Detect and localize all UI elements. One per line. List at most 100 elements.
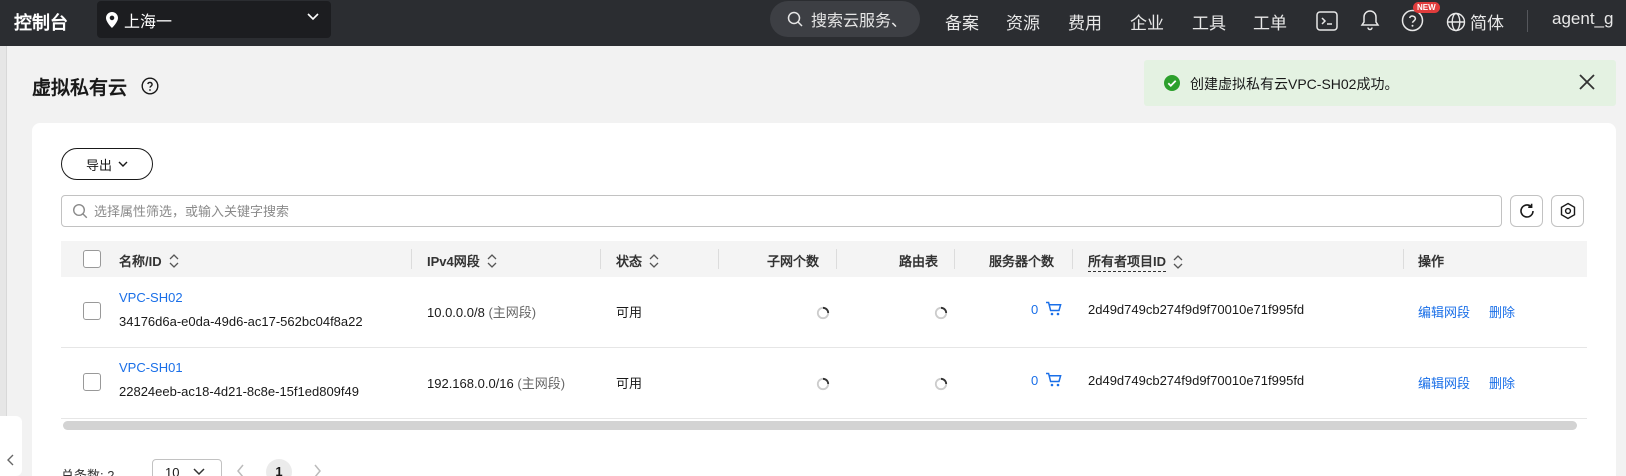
language-switch[interactable]: 简体 bbox=[1446, 9, 1504, 34]
help-icon[interactable] bbox=[141, 77, 159, 95]
nav-billing[interactable]: 费用 bbox=[1068, 9, 1102, 34]
page-size-value: 10 bbox=[165, 464, 180, 476]
loading-spinner-icon bbox=[816, 306, 830, 320]
nav-tickets[interactable]: 工单 bbox=[1253, 9, 1287, 34]
column-divider bbox=[954, 249, 955, 269]
column-divider bbox=[411, 249, 412, 269]
nav-tools[interactable]: 工具 bbox=[1192, 9, 1226, 34]
select-all-checkbox[interactable] bbox=[83, 250, 101, 268]
horizontal-scrollbar[interactable] bbox=[63, 421, 1577, 430]
table-row: VPC-SH01 22824eeb-ac18-4d21-8c8e-15f1ed8… bbox=[61, 348, 1587, 419]
divider bbox=[1527, 10, 1528, 32]
new-badge: NEW bbox=[1413, 2, 1440, 13]
cidr-note: (主网段) bbox=[488, 305, 537, 320]
column-divider bbox=[1072, 249, 1073, 269]
globe-icon bbox=[1446, 12, 1466, 31]
export-label: 导出 bbox=[85, 157, 112, 173]
column-header-actions: 操作 bbox=[1418, 251, 1444, 270]
next-page-icon[interactable] bbox=[313, 464, 322, 476]
column-header-status: 状态 bbox=[616, 251, 659, 270]
owner-project-id: 2d49d749cb274f9d9f70010e71f995fd bbox=[1088, 302, 1305, 317]
sort-icon[interactable] bbox=[487, 253, 497, 268]
column-divider bbox=[600, 249, 601, 269]
delete-link[interactable]: 删除 bbox=[1489, 373, 1515, 392]
chevron-down-icon bbox=[193, 468, 205, 476]
prev-page-icon[interactable] bbox=[236, 464, 245, 476]
column-label: IPv4网段 bbox=[427, 254, 480, 269]
column-label: 所有者项目ID bbox=[1088, 251, 1167, 272]
search-icon bbox=[787, 11, 803, 27]
refresh-icon bbox=[1519, 203, 1534, 218]
column-header-route-tables: 路由表 bbox=[899, 251, 938, 270]
row-checkbox[interactable] bbox=[83, 302, 101, 320]
column-divider bbox=[1403, 249, 1404, 269]
column-header-servers: 服务器个数 bbox=[989, 251, 1054, 270]
vpc-id: 22824eeb-ac18-4d21-8c8e-15f1ed809f49 bbox=[119, 384, 359, 399]
success-check-icon bbox=[1164, 75, 1180, 91]
column-divider bbox=[836, 249, 837, 269]
column-header-subnets: 子网个数 bbox=[767, 251, 819, 270]
region-label: 上海一 bbox=[124, 13, 173, 31]
refresh-button[interactable] bbox=[1510, 195, 1543, 227]
vpc-name-link[interactable]: VPC-SH01 bbox=[119, 360, 183, 375]
column-label: 状态 bbox=[616, 254, 643, 269]
console-brand[interactable]: 控制台 bbox=[14, 9, 68, 35]
column-label: 名称/ID bbox=[119, 254, 162, 269]
language-label: 简体 bbox=[1470, 14, 1504, 33]
cart-icon[interactable] bbox=[1045, 301, 1062, 316]
vpc-id: 34176d6a-e0da-49d6-ac17-562bc04f8a22 bbox=[119, 314, 363, 329]
ipv4-cidr: 10.0.0.0/8 (主网段) bbox=[427, 302, 536, 321]
chevron-down-icon bbox=[118, 161, 128, 167]
page-size-select[interactable]: 10 bbox=[152, 459, 222, 476]
service-search-label: 搜索云服务、 bbox=[811, 13, 908, 30]
close-icon[interactable] bbox=[1578, 73, 1596, 91]
nav-filing[interactable]: 备案 bbox=[945, 9, 979, 34]
bell-icon[interactable] bbox=[1360, 9, 1380, 31]
service-search[interactable]: 搜索云服务、 bbox=[770, 1, 920, 37]
region-selector[interactable]: 上海一 bbox=[97, 1, 331, 38]
row-checkbox[interactable] bbox=[83, 373, 101, 391]
edit-cidr-link[interactable]: 编辑网段 bbox=[1418, 302, 1470, 321]
cidr-note: (主网段) bbox=[517, 376, 566, 391]
cidr-value: 10.0.0.0/8 bbox=[427, 305, 485, 320]
vpc-name-link[interactable]: VPC-SH02 bbox=[119, 290, 183, 305]
loading-spinner-icon bbox=[934, 377, 948, 391]
success-toast: 创建虚拟私有云VPC-SH02成功。 bbox=[1144, 60, 1616, 106]
loading-spinner-icon bbox=[934, 306, 948, 320]
column-label: 操作 bbox=[1418, 254, 1445, 269]
search-icon bbox=[72, 203, 88, 219]
top-navigation-bar: 控制台 上海一 搜索云服务、 备案 资源 费用 企业 工具 工单 NEW 简体 … bbox=[0, 0, 1626, 46]
delete-link[interactable]: 删除 bbox=[1489, 302, 1515, 321]
location-pin-icon bbox=[106, 11, 118, 28]
sidebar-expand-tab[interactable] bbox=[0, 416, 22, 476]
column-header-name: 名称/ID bbox=[119, 251, 179, 270]
terminal-icon[interactable] bbox=[1316, 11, 1338, 31]
filter-search-input[interactable] bbox=[94, 203, 1474, 219]
gear-icon bbox=[1560, 202, 1575, 220]
loading-spinner-icon bbox=[816, 377, 830, 391]
column-header-owner: 所有者项目ID bbox=[1088, 251, 1183, 272]
sidebar-edge bbox=[0, 46, 7, 476]
column-divider bbox=[718, 249, 719, 269]
edit-cidr-link[interactable]: 编辑网段 bbox=[1418, 373, 1470, 392]
status-text: 可用 bbox=[616, 305, 643, 320]
table-header: 名称/ID IPv4网段 状态 子网个数 路由表 服务器个数 所有者项目ID 操… bbox=[61, 241, 1587, 277]
user-account[interactable]: agent_g bbox=[1552, 9, 1613, 29]
server-count[interactable]: 0 bbox=[1031, 302, 1038, 317]
server-count[interactable]: 0 bbox=[1031, 373, 1038, 388]
nav-enterprise[interactable]: 企业 bbox=[1130, 9, 1164, 34]
sort-icon[interactable] bbox=[1173, 254, 1183, 269]
export-button[interactable]: 导出 bbox=[61, 148, 153, 180]
table-row: VPC-SH02 34176d6a-e0da-49d6-ac17-562bc04… bbox=[61, 277, 1587, 348]
sort-icon[interactable] bbox=[169, 253, 179, 268]
nav-resources[interactable]: 资源 bbox=[1006, 9, 1040, 34]
cart-icon[interactable] bbox=[1045, 372, 1062, 387]
page-title: 虚拟私有云 bbox=[32, 78, 128, 99]
column-label: 服务器个数 bbox=[989, 254, 1055, 269]
filter-search-box[interactable] bbox=[61, 195, 1502, 227]
settings-button[interactable] bbox=[1551, 195, 1584, 227]
column-header-ipv4: IPv4网段 bbox=[427, 251, 497, 270]
sort-icon[interactable] bbox=[649, 253, 659, 268]
toast-message: 创建虚拟私有云VPC-SH02成功。 bbox=[1190, 76, 1399, 92]
chevron-left-icon bbox=[7, 454, 14, 466]
